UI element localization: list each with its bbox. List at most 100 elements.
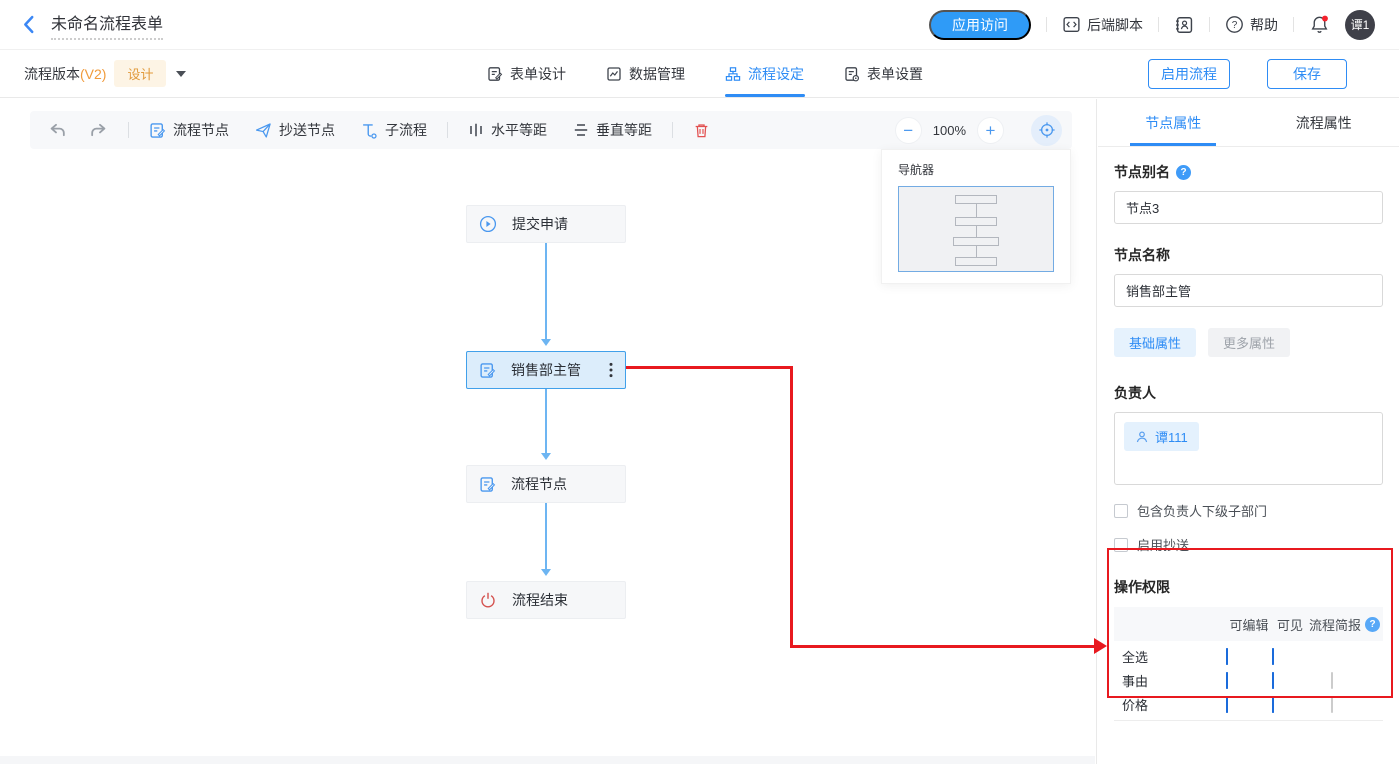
design-status-tag: 设计 [114, 60, 166, 87]
canvas-toolbar: 流程节点 抄送节点 子流程 水平等距 [30, 111, 1072, 149]
paper-plane-icon [255, 122, 272, 139]
navigator-title: 导航器 [882, 150, 1070, 186]
save-button[interactable]: 保存 [1267, 59, 1347, 89]
divider [128, 122, 129, 138]
checkbox-unchecked[interactable] [1114, 538, 1128, 552]
node-alias-label: 节点别名 ? [1114, 162, 1383, 182]
node-alias-input[interactable] [1114, 191, 1383, 224]
checkbox-visible[interactable] [1272, 672, 1274, 689]
back-icon[interactable] [22, 15, 35, 34]
vertical-spacing-button[interactable]: 垂直等距 [573, 120, 652, 140]
sitemap-icon [725, 66, 741, 82]
navigator-minimap[interactable] [898, 186, 1054, 272]
operation-permissions-section: 操作权限 可编辑 可见 流程简报 ? 全选 [1114, 577, 1383, 721]
minimap-node [953, 237, 999, 246]
horizontal-scrollbar[interactable] [0, 756, 1095, 764]
column-editable: 可编辑 [1226, 615, 1272, 634]
main-tabs: 表单设计 数据管理 流程设定 表单设置 [487, 50, 923, 97]
doc-edit-icon [149, 122, 166, 139]
checkbox-editable[interactable] [1226, 648, 1228, 665]
form-gear-icon [844, 66, 860, 82]
node-flow-end[interactable]: 流程结束 [466, 581, 626, 619]
zoom-level: 100% [933, 123, 966, 138]
enable-cc-checkbox-row[interactable]: 启用抄送 [1114, 535, 1383, 554]
checkbox-unchecked[interactable] [1114, 504, 1128, 518]
checkbox-editable[interactable] [1226, 696, 1228, 713]
add-flow-node-button[interactable]: 流程节点 [149, 120, 229, 140]
include-subdept-checkbox-row[interactable]: 包含负责人下级子部门 [1114, 501, 1383, 520]
undo-icon[interactable] [48, 122, 67, 139]
page-title: 未命名流程表单 [51, 10, 163, 40]
contacts-icon[interactable] [1174, 15, 1194, 35]
node-sales-manager[interactable]: 销售部主管 [466, 351, 626, 389]
permission-row-reason: 事由 [1114, 668, 1383, 692]
form-edit-icon [487, 66, 503, 82]
flow-connector [545, 243, 547, 344]
tab-form-design[interactable]: 表单设计 [487, 50, 566, 97]
add-subflow-button[interactable]: 子流程 [361, 120, 427, 140]
tab-form-setup[interactable]: 表单设置 [844, 50, 923, 97]
notification-bell-icon[interactable] [1309, 14, 1330, 35]
help-question-icon[interactable]: ? [1176, 165, 1191, 180]
node-menu-kebab-icon[interactable] [609, 362, 613, 378]
horizontal-spacing-button[interactable]: 水平等距 [468, 120, 547, 140]
data-chart-icon [606, 66, 622, 82]
backend-script-button[interactable]: 后端脚本 [1062, 15, 1143, 35]
node-name-label: 节点名称 [1114, 245, 1383, 265]
owner-label: 负责人 [1114, 383, 1383, 403]
enable-flow-button[interactable]: 启用流程 [1148, 59, 1230, 89]
flow-connector [545, 503, 547, 574]
chevron-down-icon[interactable] [176, 71, 186, 77]
node-name-input[interactable] [1114, 274, 1383, 307]
permission-row-select-all: 全选 [1114, 644, 1383, 668]
permissions-table: 可编辑 可见 流程简报 ? 全选 [1114, 607, 1383, 721]
divider [447, 122, 448, 138]
navigator-panel: 导航器 [881, 149, 1071, 284]
delete-trash-icon[interactable] [693, 122, 710, 139]
code-icon [1062, 15, 1081, 34]
minimap-node [955, 217, 997, 226]
node-flow-node[interactable]: 流程节点 [466, 465, 626, 503]
help-button[interactable]: ? 帮助 [1225, 15, 1278, 35]
fit-view-target-icon[interactable] [1031, 115, 1062, 146]
person-icon [1135, 430, 1149, 444]
permissions-header-row: 可编辑 可见 流程简报 ? [1114, 607, 1383, 641]
more-properties-button[interactable]: 更多属性 [1208, 328, 1290, 357]
checkbox-visible[interactable] [1272, 696, 1274, 713]
node-submit-request[interactable]: 提交申请 [466, 205, 626, 243]
horizontal-bars-icon [573, 122, 589, 138]
checkbox-editable[interactable] [1226, 672, 1228, 689]
flow-canvas[interactable]: 流程节点 抄送节点 子流程 水平等距 [0, 99, 1097, 764]
vertical-bars-icon [468, 122, 484, 138]
tab-flow-properties[interactable]: 流程属性 [1249, 99, 1399, 146]
help-question-icon[interactable]: ? [1365, 617, 1380, 632]
checkbox-briefing[interactable] [1331, 672, 1333, 689]
doc-edit-icon [479, 476, 496, 493]
basic-properties-button[interactable]: 基础属性 [1114, 328, 1196, 357]
owner-selector-box[interactable]: 谭111 [1114, 412, 1383, 485]
app-window: 未命名流程表单 应用访问 后端脚本 ? 帮助 [0, 0, 1399, 764]
tab-data-management[interactable]: 数据管理 [606, 50, 685, 97]
owner-tag[interactable]: 谭111 [1124, 422, 1199, 451]
zoom-in-button[interactable]: + [977, 117, 1004, 144]
redo-icon[interactable] [89, 122, 108, 139]
zoom-out-button[interactable]: − [895, 117, 922, 144]
divider [1209, 17, 1210, 32]
subflow-icon [361, 122, 378, 139]
version-number: (V2) [80, 66, 106, 82]
tab-node-properties[interactable]: 节点属性 [1098, 99, 1249, 146]
checkbox-briefing[interactable] [1331, 696, 1333, 713]
divider [1158, 17, 1159, 32]
version-label: 流程版本(V2) [24, 64, 106, 84]
checkbox-visible[interactable] [1272, 648, 1274, 665]
minimap-node [955, 257, 997, 266]
apply-access-button[interactable]: 应用访问 [929, 10, 1031, 40]
column-visible: 可见 [1272, 615, 1308, 634]
avatar[interactable]: 谭1 [1345, 10, 1375, 40]
tab-flow-settings[interactable]: 流程设定 [725, 50, 804, 97]
divider [672, 122, 673, 138]
add-cc-node-button[interactable]: 抄送节点 [255, 120, 335, 140]
permissions-title: 操作权限 [1114, 577, 1383, 597]
divider [1046, 17, 1047, 32]
flow-connector [545, 389, 547, 458]
